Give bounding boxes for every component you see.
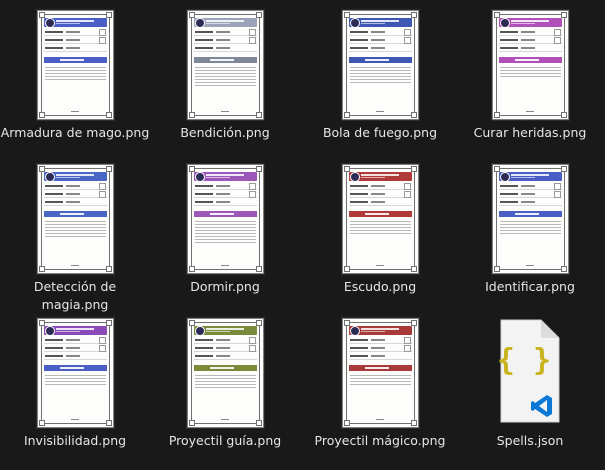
file-name: Proyectil mágico.png [314, 433, 446, 448]
file-name: Spells.json [496, 433, 564, 448]
file-name: Identificar.png [485, 279, 575, 294]
image-thumbnail [0, 162, 150, 274]
image-thumbnail [0, 8, 150, 120]
image-thumbnail [150, 8, 300, 120]
file-name: Armadura de mago.png [0, 125, 150, 140]
image-thumbnail [455, 162, 605, 274]
file-name: Bola de fuego.png [322, 125, 438, 140]
file-name: Invisibilidad.png [23, 433, 127, 448]
file-name: Bendición.png [180, 125, 270, 140]
file-name: Proyectil guía.png [168, 433, 282, 448]
image-thumbnail [150, 316, 300, 428]
file-name: Detección de magia.png [33, 279, 117, 312]
file-name: Dormir.png [190, 279, 260, 294]
file-name: Escudo.png [343, 279, 417, 294]
svg-text:{ }: { } [499, 343, 551, 378]
file-name: Curar heridas.png [473, 125, 587, 140]
json-file-icon: { } [499, 319, 560, 423]
image-thumbnail [305, 316, 455, 428]
image-thumbnail [305, 162, 455, 274]
json-file-icon: { } [455, 316, 605, 428]
file-grid: Armadura de mago.png Bendición.png Bola … [0, 0, 605, 470]
image-thumbnail [455, 8, 605, 120]
image-thumbnail [305, 8, 455, 120]
image-thumbnail [150, 162, 300, 274]
image-thumbnail [0, 316, 150, 428]
